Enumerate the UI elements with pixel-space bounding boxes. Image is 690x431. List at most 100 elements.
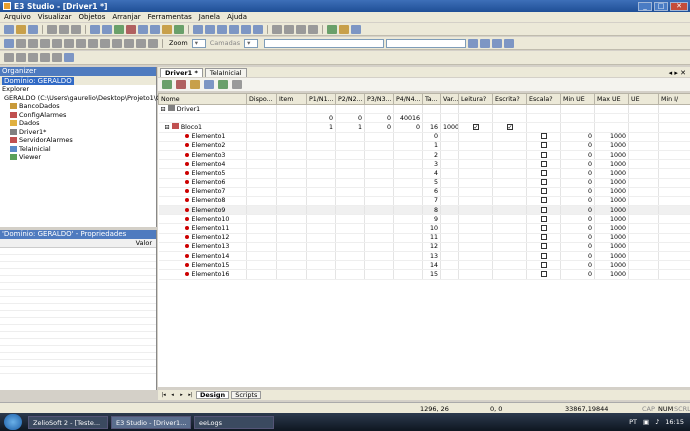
element-row[interactable]: Elemento5 4 0 1000 — [158, 168, 690, 179]
volume-icon[interactable]: ♪ — [655, 418, 659, 426]
grid-cell[interactable] — [306, 196, 336, 207]
grid-cell[interactable] — [658, 187, 690, 197]
menu-janela[interactable]: Janela — [199, 13, 220, 21]
grid-cell[interactable]: 1 — [306, 122, 336, 133]
tab-design[interactable]: Design — [196, 391, 230, 399]
menu-ajuda[interactable]: Ajuda — [227, 13, 247, 21]
grid-cell[interactable] — [458, 168, 493, 179]
zoom-combo[interactable]: ▾ — [191, 38, 206, 48]
property-row[interactable] — [0, 332, 156, 339]
element-name-cell[interactable]: Elemento7 — [158, 187, 247, 197]
select-icon[interactable] — [4, 38, 14, 48]
new-icon[interactable] — [4, 24, 14, 34]
grid-cell[interactable]: 40016 — [393, 113, 423, 124]
align-top-icon[interactable] — [229, 24, 239, 34]
grid-cell[interactable]: 1000 — [594, 269, 629, 280]
grid-cell[interactable] — [658, 104, 690, 115]
grid-cell[interactable]: 0 — [560, 132, 595, 142]
grid-cell[interactable] — [560, 104, 595, 115]
menu-objetos[interactable]: Objetos — [78, 13, 105, 21]
grid-cell[interactable]: 0 — [560, 196, 595, 207]
menu-ferramentas[interactable]: Ferramentas — [148, 13, 192, 21]
grid-cell[interactable] — [158, 113, 247, 124]
grid-cell[interactable] — [628, 242, 659, 253]
line-icon[interactable] — [16, 38, 26, 48]
scale-checkbox[interactable] — [540, 179, 547, 186]
scale-checkbox[interactable] — [540, 133, 547, 140]
grid-cell[interactable] — [658, 233, 690, 243]
grid-cell[interactable] — [246, 132, 277, 142]
grid-cell[interactable] — [628, 168, 659, 179]
element-row[interactable]: Elemento4 3 0 1000 — [158, 159, 690, 170]
slider-tool-icon[interactable] — [124, 38, 134, 48]
grid-cell[interactable] — [458, 205, 493, 216]
help-icon[interactable] — [351, 24, 361, 34]
property-row[interactable] — [0, 318, 156, 325]
folder-icon[interactable] — [190, 80, 200, 89]
element-name-cell[interactable]: Elemento5 — [158, 168, 247, 179]
grid-cell[interactable] — [246, 251, 277, 262]
grid-cell[interactable] — [276, 141, 307, 151]
grid-cell[interactable] — [440, 251, 459, 262]
grid-cell[interactable]: 1000 — [594, 242, 629, 253]
grid-cell[interactable] — [628, 233, 659, 243]
element-name-cell[interactable]: Elemento11 — [158, 223, 247, 234]
property-row[interactable] — [0, 367, 156, 374]
grid-cell[interactable]: 13 — [422, 251, 441, 262]
grid-cell[interactable]: 0 — [364, 113, 394, 124]
grid-cell[interactable] — [658, 196, 690, 207]
grid-cell[interactable]: 0 — [560, 150, 595, 161]
grid-cell[interactable] — [246, 159, 277, 170]
tab-scroll-icon[interactable]: ◂ ▸ ✕ — [669, 69, 686, 77]
block-name-cell[interactable]: ⊟ Bloco1 — [158, 122, 247, 133]
grid-cell[interactable] — [492, 233, 527, 243]
add-element-icon[interactable] — [162, 80, 172, 89]
grid-cell[interactable]: 0 — [560, 159, 595, 170]
grid-cell[interactable] — [492, 187, 527, 197]
grid-cell[interactable] — [364, 150, 394, 161]
window-title-bar[interactable]: E3 Studio - [Driver1 *] _ □ ✕ — [0, 0, 690, 12]
grid-cell[interactable] — [628, 150, 659, 161]
grid-cell[interactable] — [306, 251, 336, 262]
collapse-icon[interactable]: ⊟ — [165, 124, 170, 131]
write-checkbox[interactable] — [506, 123, 513, 130]
element-name-cell[interactable]: Elemento2 — [158, 141, 247, 151]
grid-cell[interactable] — [306, 269, 336, 280]
grid-cell[interactable] — [246, 187, 277, 197]
bold-icon[interactable] — [468, 38, 479, 48]
grid-cell[interactable] — [246, 205, 277, 216]
grid-cell[interactable] — [440, 242, 459, 253]
grid-cell[interactable] — [422, 113, 441, 124]
scale-checkbox[interactable] — [540, 160, 547, 167]
grid-cell[interactable] — [628, 113, 659, 124]
scale-checkbox[interactable] — [540, 151, 547, 158]
menu-arquivo[interactable]: Arquivo — [4, 13, 31, 21]
next-page-icon[interactable]: ▸ — [178, 392, 185, 399]
grid-cell[interactable] — [658, 178, 690, 188]
tab-scripts[interactable]: Scripts — [231, 391, 262, 399]
layers-combo[interactable]: ▾ — [244, 38, 259, 48]
grid-cell[interactable] — [658, 132, 690, 142]
grid-cell[interactable] — [306, 168, 336, 179]
grid-cell[interactable] — [628, 159, 659, 170]
column-header[interactable]: Dispo... — [246, 93, 277, 105]
snap-grid-icon[interactable] — [64, 53, 74, 62]
line-style-icon[interactable] — [28, 53, 38, 62]
grid-cell[interactable]: 4 — [422, 168, 441, 179]
grid-cell[interactable] — [335, 223, 365, 234]
element-row[interactable]: Elemento11 10 0 1000 — [158, 223, 690, 234]
grid-cell[interactable] — [658, 113, 690, 124]
grid-cell[interactable] — [440, 214, 459, 225]
grid-cell[interactable] — [492, 132, 527, 142]
underline-icon[interactable] — [492, 38, 503, 48]
grid-cell[interactable] — [276, 178, 307, 188]
grid-cell[interactable] — [422, 104, 441, 115]
grid-cell[interactable] — [440, 187, 459, 197]
grid-cell[interactable] — [628, 104, 659, 115]
task-zeliosoft[interactable]: ZelioSoft 2 - [Teste... — [28, 415, 108, 429]
grid-cell[interactable] — [440, 113, 459, 124]
grid-cell[interactable] — [458, 251, 493, 262]
grid-cell[interactable] — [440, 104, 459, 115]
grid-cell[interactable] — [658, 141, 690, 151]
grid-cell[interactable] — [246, 104, 277, 115]
